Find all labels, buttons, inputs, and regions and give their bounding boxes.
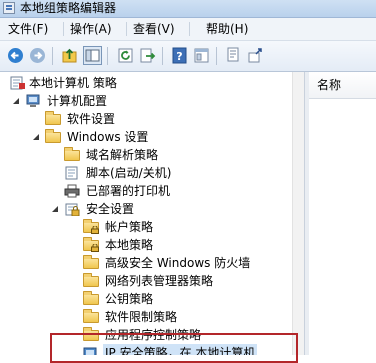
tree-item-label: 软件设置	[67, 112, 116, 126]
refresh-icon[interactable]	[116, 46, 135, 65]
menu-separator	[126, 22, 127, 36]
menu-view[interactable]: 查看(V)	[133, 18, 175, 40]
tree-item-label: 域名解析策略	[86, 148, 159, 162]
new-window-icon[interactable]	[246, 46, 265, 65]
tree-item-software-settings[interactable]: 软件设置	[0, 110, 290, 128]
menu-help[interactable]: 帮助(H)	[206, 18, 248, 40]
policy-icon	[10, 76, 26, 90]
locked-folder-icon	[83, 219, 99, 234]
tree-item-label: 公钥策略	[105, 292, 154, 306]
expanded-arrow-icon[interactable]	[33, 128, 41, 146]
tree-item-label: 高级安全 Windows 防火墙	[105, 256, 251, 270]
tree-item-public-key-policies[interactable]: 公钥策略	[0, 290, 290, 308]
folder-icon	[64, 147, 80, 161]
locked-folder-icon	[83, 237, 99, 252]
forward-icon[interactable]	[28, 46, 47, 65]
tree-item-label: 本地计算机 策略	[29, 76, 117, 90]
tree-item-label: 安全设置	[86, 202, 135, 216]
tree-item-label: 已部署的打印机	[86, 184, 171, 198]
up-icon[interactable]	[60, 46, 79, 65]
script-icon	[64, 166, 80, 180]
expanded-arrow-icon[interactable]	[13, 92, 21, 110]
tree-item-label: 本地策略	[105, 238, 154, 252]
toolbar: ?	[0, 41, 376, 72]
show-hide-tree-icon[interactable]	[83, 46, 102, 65]
tree-item-computer-config[interactable]: 计算机配置	[0, 92, 290, 110]
tree-item-security-settings[interactable]: 安全设置	[0, 200, 290, 218]
details-pane: 名称	[309, 72, 376, 355]
tree-pane: 本地计算机 策略 计算机配置 软件设置 Windows 设置 域名解析策略 脚本…	[0, 72, 304, 355]
column-header-name[interactable]: 名称	[309, 72, 376, 99]
tree-item-label: 脚本(启动/关机)	[86, 166, 172, 180]
collapsed-arrow-icon[interactable]	[33, 110, 41, 128]
tree-item-local-policies[interactable]: 本地策略	[0, 236, 290, 254]
menu-action[interactable]: 操作(A)	[70, 18, 112, 40]
folder-icon	[83, 255, 99, 269]
toolbar-separator	[107, 47, 108, 65]
menu-separator	[63, 22, 64, 36]
folder-icon	[83, 291, 99, 305]
folder-icon	[83, 273, 99, 287]
export-icon[interactable]	[138, 46, 157, 65]
tree-item-scripts[interactable]: 脚本(启动/关机)	[0, 164, 290, 182]
collapsed-arrow-icon[interactable]	[71, 308, 79, 326]
tree-item-name-resolution-policy[interactable]: 域名解析策略	[0, 146, 290, 164]
title-bar: 本地组策略编辑器	[0, 0, 376, 18]
tree-item-account-policies[interactable]: 帐户策略	[0, 218, 290, 236]
folder-icon	[45, 111, 61, 125]
tree-item-label: 网络列表管理器策略	[105, 274, 214, 288]
back-icon[interactable]	[6, 46, 25, 65]
window-title: 本地组策略编辑器	[20, 1, 117, 15]
security-icon	[64, 202, 80, 217]
collapsed-arrow-icon[interactable]	[71, 218, 79, 236]
svg-text:?: ?	[176, 50, 182, 63]
menu-bar: 文件(F) 操作(A) 查看(V) 帮助(H)	[0, 18, 376, 41]
collapsed-arrow-icon[interactable]	[52, 182, 60, 200]
tree-item-label: 帐户策略	[105, 220, 154, 234]
printer-icon	[64, 184, 80, 198]
tree-item-label: 软件限制策略	[105, 310, 178, 324]
menu-file[interactable]: 文件(F)	[8, 18, 48, 40]
app-icon	[3, 2, 15, 14]
tree-item-deployed-printers[interactable]: 已部署的打印机	[0, 182, 290, 200]
computer-icon	[26, 94, 42, 108]
toolbar-separator	[216, 47, 217, 65]
column-header-label: 名称	[317, 78, 342, 92]
collapsed-arrow-icon[interactable]	[52, 146, 60, 164]
tree-item-label: 计算机配置	[47, 94, 108, 108]
toolbar-separator	[52, 47, 53, 65]
tree-scrollbar[interactable]	[292, 72, 304, 355]
highlight-box	[50, 333, 298, 363]
tree-item-windows-settings[interactable]: Windows 设置	[0, 128, 290, 146]
tree-item-label: Windows 设置	[67, 130, 149, 144]
filter-icon[interactable]	[224, 46, 243, 65]
menu-separator	[189, 22, 190, 36]
toolbar-separator	[162, 47, 163, 65]
collapsed-arrow-icon[interactable]	[71, 254, 79, 272]
help-icon[interactable]: ?	[170, 46, 189, 65]
folder-icon	[45, 129, 61, 143]
folder-icon	[83, 309, 99, 323]
collapsed-arrow-icon[interactable]	[71, 290, 79, 308]
collapsed-arrow-icon[interactable]	[71, 236, 79, 254]
properties-icon[interactable]	[192, 46, 211, 65]
tree-item-advanced-firewall[interactable]: 高级安全 Windows 防火墙	[0, 254, 290, 272]
tree-item-local-computer-policy[interactable]: 本地计算机 策略	[0, 74, 290, 92]
expanded-arrow-icon[interactable]	[52, 200, 60, 218]
tree-item-network-list-policies[interactable]: 网络列表管理器策略	[0, 272, 290, 290]
tree-item-software-restriction-policies[interactable]: 软件限制策略	[0, 308, 290, 326]
